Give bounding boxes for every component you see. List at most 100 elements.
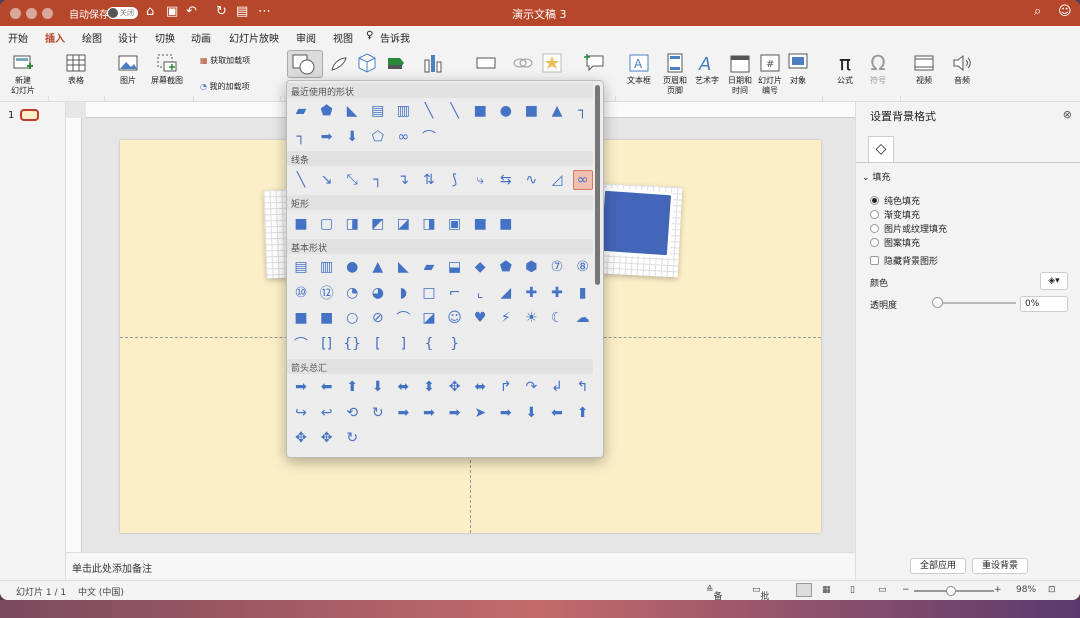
zoom-level[interactable]: 98% — [1016, 585, 1036, 595]
header-footer-button[interactable]: 页眉和 页脚 — [658, 52, 692, 96]
basic-shape-19[interactable]: ⌞ — [470, 283, 490, 303]
zoom-out-icon[interactable]: − — [902, 585, 910, 595]
basic-shape-29[interactable]: ◪ — [419, 308, 439, 328]
audio-button[interactable]: 音频 — [946, 52, 978, 86]
fill-section-header[interactable]: ⌄ 填充 — [862, 170, 890, 183]
recent-shape-10[interactable]: ▲ — [547, 101, 567, 121]
rect-shape-7[interactable]: ■ — [470, 214, 490, 234]
close-window-button[interactable] — [10, 8, 21, 19]
arrow-shape-26[interactable]: ↻ — [342, 428, 362, 448]
chart-button[interactable] — [420, 52, 446, 76]
basic-shape-33[interactable]: ☀ — [521, 308, 541, 328]
arrow-shape-19[interactable]: ➤ — [470, 403, 490, 423]
zoom-slider-thumb[interactable] — [946, 586, 956, 596]
basic-shape-6[interactable]: ⬓ — [445, 257, 465, 277]
rect-shape-1[interactable]: ▢ — [317, 214, 337, 234]
line-shape-6[interactable]: ⟆ — [445, 170, 465, 190]
star-button[interactable] — [539, 52, 565, 76]
video-button[interactable]: 视频 — [908, 52, 940, 86]
basic-shape-14[interactable]: ◔ — [342, 283, 362, 303]
home-icon[interactable]: ⌂ — [146, 4, 154, 19]
recent-shape-8[interactable]: ● — [496, 101, 516, 121]
arrow-shape-9[interactable]: ↷ — [521, 377, 541, 397]
reading-view-icon[interactable]: ▯ — [850, 585, 855, 595]
line-shape-0[interactable]: ╲ — [291, 170, 311, 190]
recent-shape-17[interactable]: ⌒ — [419, 127, 439, 147]
language-status[interactable]: 中文 (中国) — [78, 585, 124, 598]
basic-shape-38[interactable]: {} — [342, 334, 362, 354]
notes-pane[interactable]: 单击此处添加备注 — [66, 552, 855, 578]
zoom-in-icon[interactable]: + — [994, 585, 1002, 595]
comment-insert-button[interactable] — [582, 52, 608, 76]
pattern-fill-radio[interactable]: 图案填充 — [870, 236, 920, 249]
arrow-shape-18[interactable]: ➡ — [445, 403, 465, 423]
fit-slide-icon[interactable]: ⊡ — [1048, 585, 1056, 595]
arrow-shape-25[interactable]: ✥ — [317, 428, 337, 448]
line-shape-5[interactable]: ⇅ — [419, 170, 439, 190]
color-picker-button[interactable]: ◈▾ — [1040, 272, 1068, 290]
line-shape-10[interactable]: ◿ — [547, 170, 567, 190]
basic-shape-16[interactable]: ◗ — [393, 283, 413, 303]
basic-shape-13[interactable]: ⑫ — [317, 283, 337, 303]
reset-background-button[interactable]: 重设背景 — [972, 558, 1028, 574]
arrow-shape-7[interactable]: ⬌ — [470, 377, 490, 397]
arrow-shape-11[interactable]: ↰ — [573, 377, 593, 397]
basic-shape-21[interactable]: ✚ — [521, 283, 541, 303]
recent-shape-3[interactable]: ▤ — [368, 101, 388, 121]
customize-icon[interactable]: ▤ — [236, 4, 248, 19]
basic-shape-3[interactable]: ▲ — [368, 257, 388, 277]
gradient-fill-radio[interactable]: 渐变填充 — [870, 208, 920, 221]
line-shape-11[interactable]: ∞ — [572, 170, 593, 190]
smartart-button[interactable] — [384, 52, 410, 76]
close-pane-icon[interactable]: ⊗ — [1063, 108, 1072, 121]
arrow-shape-3[interactable]: ⬇ — [368, 377, 388, 397]
recent-shape-14[interactable]: ⬇ — [342, 127, 362, 147]
basic-shape-9[interactable]: ⬢ — [521, 257, 541, 277]
recent-shape-7[interactable]: ■ — [470, 101, 490, 121]
search-icon[interactable]: ⌕ — [1034, 4, 1041, 19]
undo-icon[interactable]: ↶ — [186, 4, 197, 19]
basic-shape-39[interactable]: [ — [368, 334, 388, 354]
tab-review[interactable]: 审阅 — [296, 30, 316, 45]
shapes-button[interactable] — [287, 50, 323, 78]
basic-shape-20[interactable]: ◢ — [496, 283, 516, 303]
line-shape-7[interactable]: ⤷ — [470, 170, 490, 190]
action-button[interactable] — [472, 52, 500, 76]
account-icon[interactable]: ☺ — [1058, 4, 1072, 19]
arrow-shape-20[interactable]: ➡ — [496, 403, 516, 423]
arrow-shape-22[interactable]: ⬅ — [547, 403, 567, 423]
tab-insert[interactable]: 插入 — [45, 30, 65, 49]
basic-shape-32[interactable]: ⚡ — [496, 308, 516, 328]
rect-shape-6[interactable]: ▣ — [445, 214, 465, 234]
recent-shape-1[interactable]: ⬟ — [317, 101, 337, 121]
arrow-shape-23[interactable]: ⬆ — [573, 403, 593, 423]
basic-shape-8[interactable]: ⬟ — [496, 257, 516, 277]
line-shape-9[interactable]: ∿ — [521, 170, 541, 190]
basic-shape-17[interactable]: □ — [419, 283, 439, 303]
recent-shape-12[interactable]: ┐ — [291, 127, 311, 147]
tab-slideshow[interactable]: 幻灯片放映 — [229, 30, 279, 45]
basic-shape-12[interactable]: ⑩ — [291, 283, 311, 303]
basic-shape-24[interactable]: ■ — [291, 308, 311, 328]
line-shape-2[interactable]: ⤡ — [342, 170, 362, 190]
dropdown-scrollbar[interactable] — [595, 85, 600, 285]
basic-shape-1[interactable]: ▥ — [317, 257, 337, 277]
tab-animations[interactable]: 动画 — [191, 30, 211, 45]
basic-shape-42[interactable]: } — [445, 334, 465, 354]
arrow-shape-17[interactable]: ➡ — [419, 403, 439, 423]
recent-shape-5[interactable]: ╲ — [419, 101, 439, 121]
basic-shape-28[interactable]: ⌒ — [393, 308, 413, 328]
basic-shape-27[interactable]: ⊘ — [368, 308, 388, 328]
arrow-shape-2[interactable]: ⬆ — [342, 377, 362, 397]
basic-shape-0[interactable]: ▤ — [291, 257, 311, 277]
screenshot-button[interactable]: 屏幕截图 — [148, 52, 186, 86]
transparency-slider-thumb[interactable] — [932, 297, 943, 308]
picture-button[interactable]: 图片 — [110, 52, 146, 86]
blue-rectangle-shape[interactable] — [597, 187, 675, 259]
line-shape-8[interactable]: ⇆ — [496, 170, 516, 190]
basic-shape-23[interactable]: ▮ — [573, 283, 593, 303]
recent-shape-13[interactable]: ➡ — [317, 127, 337, 147]
recent-shape-11[interactable]: ┐ — [573, 101, 593, 121]
more-icon[interactable]: ⋯ — [258, 4, 271, 19]
tab-home[interactable]: 开始 — [8, 30, 28, 45]
